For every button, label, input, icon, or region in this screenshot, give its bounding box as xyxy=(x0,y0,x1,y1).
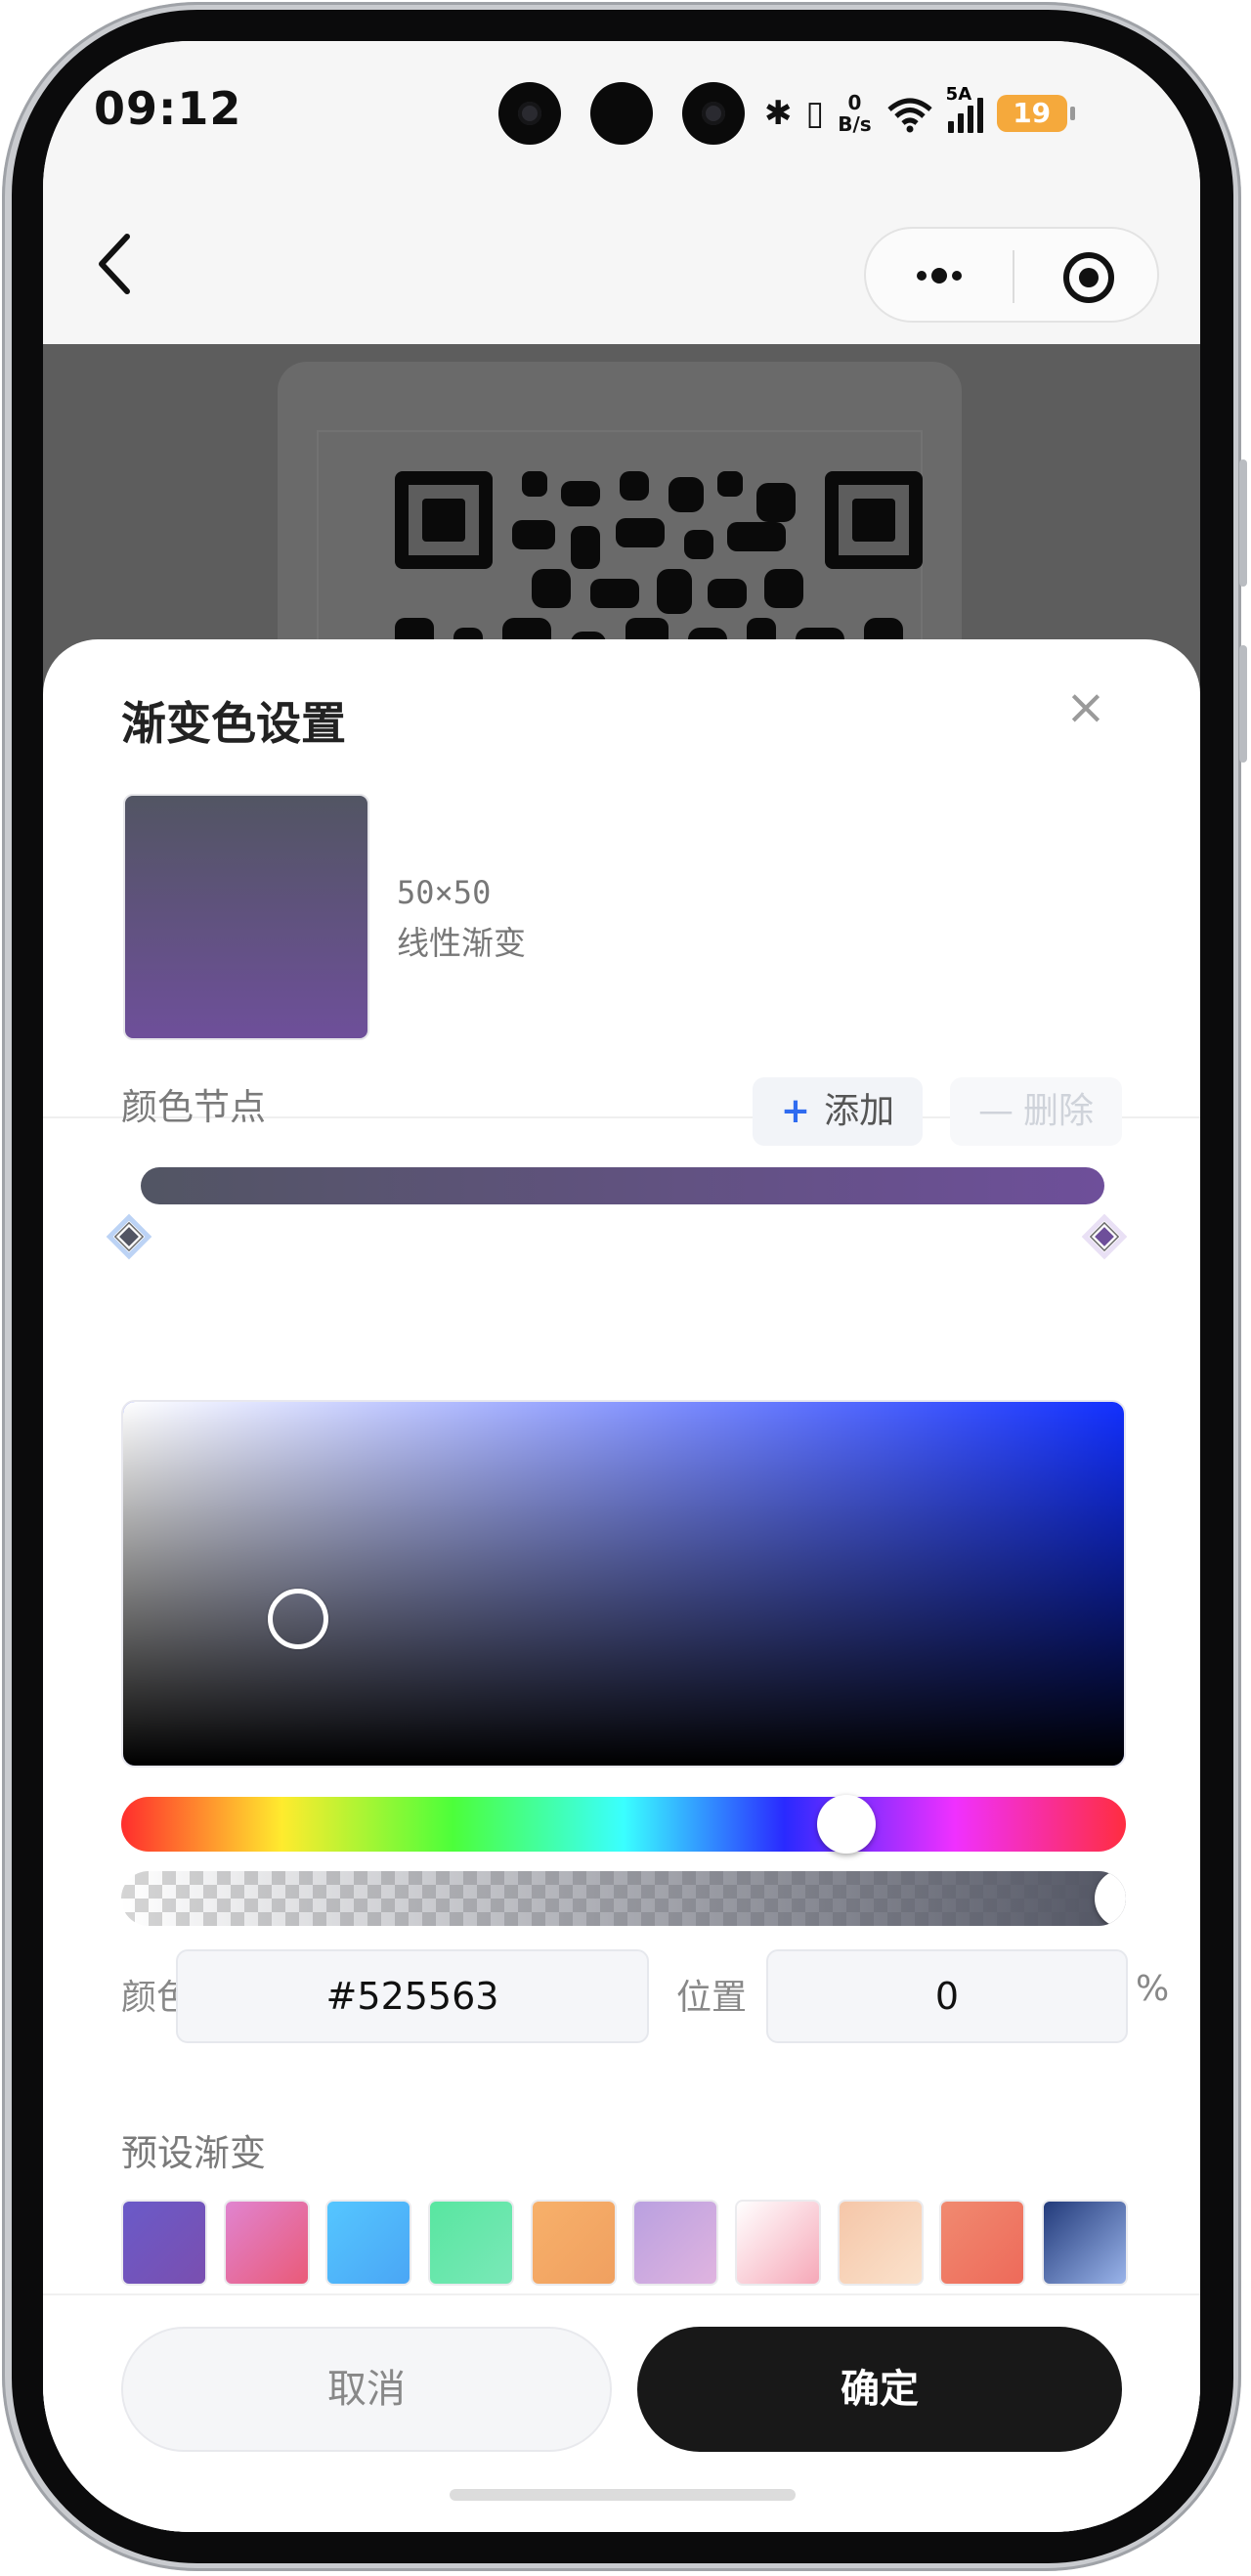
sv-black-layer xyxy=(123,1402,1124,1766)
saturation-value-picker[interactable] xyxy=(121,1400,1126,1768)
nav-bar xyxy=(43,188,1200,344)
plus-icon: + xyxy=(780,1091,811,1131)
chevron-left-icon[interactable] xyxy=(86,227,145,301)
miniprogram-capsule xyxy=(864,227,1159,323)
side-button xyxy=(1239,459,1247,587)
preset-gradient-swatch[interactable] xyxy=(530,2200,617,2286)
wifi-icon xyxy=(887,98,932,133)
side-button xyxy=(1239,645,1247,763)
preset-gradient-swatch[interactable] xyxy=(632,2200,719,2286)
gradient-preview xyxy=(123,794,369,1040)
home-indicator xyxy=(450,2489,796,2501)
preset-gradient-swatch[interactable] xyxy=(837,2200,924,2286)
battery-icon: 19 xyxy=(996,95,1075,132)
color-stops-label: 颜色节点 xyxy=(121,1086,266,1128)
position-label: 位置 xyxy=(676,1978,748,2018)
gradient-track[interactable] xyxy=(141,1167,1104,1204)
sv-picker-cursor[interactable] xyxy=(268,1589,328,1649)
screen: 09:12 ✱ ▯ 0 B/s 5A 19 渐变色设置 × 50×50 线性渐变… xyxy=(43,41,1200,2532)
position-input[interactable]: 0 xyxy=(766,1949,1128,2043)
preset-gradient-swatch[interactable] xyxy=(939,2200,1026,2286)
preset-gradient-swatch[interactable] xyxy=(428,2200,514,2286)
add-stop-button[interactable]: + 添加 xyxy=(753,1077,923,1146)
gradient-settings-sheet: 渐变色设置 × 50×50 线性渐变 颜色节点 + 添加 — 删除 颜色 #52… xyxy=(43,639,1200,2532)
vibrate-icon: ▯ xyxy=(805,94,825,133)
more-dots-icon[interactable] xyxy=(910,253,969,298)
network-speed-value: 0 xyxy=(847,91,862,114)
delete-stop-label: 删除 xyxy=(1022,1091,1094,1131)
close-icon[interactable]: × xyxy=(1061,682,1110,731)
preset-gradient-swatch[interactable] xyxy=(1042,2200,1128,2286)
confirm-button[interactable]: 确定 xyxy=(637,2327,1122,2452)
network-speed: 0 B/s xyxy=(838,92,871,135)
preview-size: 50×50 xyxy=(397,874,492,911)
delete-stop-button[interactable]: — 删除 xyxy=(950,1077,1122,1146)
camera-lens-icon xyxy=(498,82,561,145)
preset-gradient-swatch[interactable] xyxy=(121,2200,207,2286)
cellular-signal-icon: 5A xyxy=(946,84,983,133)
sheet-footer: 取消 确定 xyxy=(43,2293,1200,2532)
status-bar: 09:12 ✱ ▯ 0 B/s 5A 19 xyxy=(43,41,1200,188)
status-time: 09:12 xyxy=(94,82,242,135)
alpha-slider-fill xyxy=(121,1871,1126,1926)
network-type: 5A xyxy=(945,84,972,105)
capsule-divider xyxy=(1013,250,1014,303)
color-hex-input[interactable]: #525563 xyxy=(176,1949,649,2043)
phone-frame: 09:12 ✱ ▯ 0 B/s 5A 19 渐变色设置 × 50×50 线性渐变… xyxy=(0,0,1251,2576)
network-speed-unit: B/s xyxy=(838,112,872,136)
target-icon[interactable] xyxy=(1061,250,1116,305)
minus-icon: — xyxy=(977,1091,1014,1131)
camera-lens-icon xyxy=(682,82,745,145)
preview-type: 线性渐变 xyxy=(397,924,526,962)
bluetooth-icon: ✱ xyxy=(764,94,793,133)
preset-gradient-swatch[interactable] xyxy=(223,2200,310,2286)
preset-gradients-label: 预设渐变 xyxy=(121,2132,266,2174)
color-stop-handle[interactable] xyxy=(105,1212,153,1261)
cancel-button[interactable]: 取消 xyxy=(121,2327,612,2452)
preset-gradient-swatch[interactable] xyxy=(735,2200,821,2286)
position-unit: % xyxy=(1136,1969,1170,2009)
status-icons: ✱ ▯ 0 B/s 5A 19 xyxy=(764,84,1075,141)
color-stop-handle[interactable] xyxy=(1080,1212,1129,1261)
add-stop-label: 添加 xyxy=(824,1091,895,1131)
hue-slider[interactable] xyxy=(121,1795,1126,1854)
alpha-slider[interactable] xyxy=(121,1871,1126,1926)
camera-lens-icon xyxy=(590,82,653,145)
hue-slider-thumb[interactable] xyxy=(817,1795,876,1854)
sheet-title: 渐变色设置 xyxy=(121,697,346,750)
preset-gradients-row xyxy=(121,2200,1128,2288)
preset-gradient-swatch[interactable] xyxy=(325,2200,412,2286)
